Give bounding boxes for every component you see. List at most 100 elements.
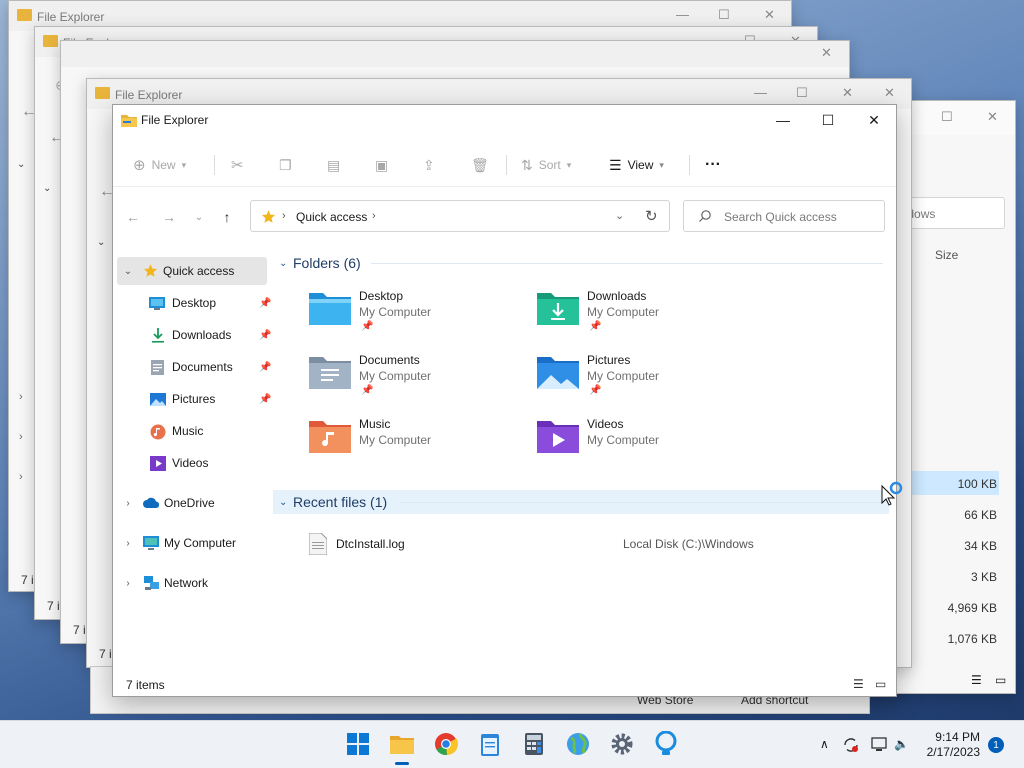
network-icon (143, 576, 160, 594)
view-button[interactable]: ☰ View ▾ (609, 153, 664, 177)
tiles-view-icon[interactable]: ▭ (995, 673, 1006, 687)
maximize-icon[interactable]: ☐ (718, 7, 730, 23)
cut-button[interactable]: ✂ (231, 153, 244, 177)
recent-file-row[interactable]: DtcInstall.log Local Disk (C:)\Windows (303, 532, 863, 556)
folder-tile-music[interactable]: Music My Computer (309, 417, 529, 473)
back-button[interactable]: ← (123, 207, 143, 227)
chevron-right-icon[interactable]: › (19, 391, 23, 403)
group-header-recent-files[interactable]: ⌄ Recent files (1) (273, 490, 889, 514)
folder-tile-documents[interactable]: Documents My Computer 📌 (309, 353, 529, 409)
close-icon[interactable]: ✕ (821, 45, 832, 61)
maximize-icon[interactable]: ☐ (941, 109, 953, 125)
column-header-size[interactable]: Size (935, 248, 958, 262)
file-size: 100 KB (957, 477, 997, 491)
file-explorer-window[interactable]: File Explorer — ☐ ✕ ⊕ New ▾ ✂ ❐ ▤ ▣ ⇪ 🗑 … (112, 104, 897, 697)
paste-icon: ▤ (327, 156, 341, 173)
search-input[interactable]: Search Quick access (683, 200, 885, 232)
sidebar-item-label: Desktop (172, 296, 217, 310)
sidebar-item-quick-access[interactable]: ⌄ Quick access (117, 257, 267, 285)
chevron-right-icon[interactable]: › (121, 538, 135, 549)
taskbar-chrome[interactable] (430, 729, 462, 761)
new-button[interactable]: ⊕ New ▾ (133, 153, 186, 177)
system-clock[interactable]: 9:14 PM 2/17/2023 (918, 730, 980, 760)
sidebar-item-downloads[interactable]: Downloads 📌 (117, 321, 273, 349)
pin-icon[interactable]: 📌 (259, 362, 271, 373)
minimize-icon[interactable]: — (676, 7, 689, 22)
address-dropdown-icon[interactable]: ⌄ (615, 209, 624, 222)
group-header-folders[interactable]: ⌄ Folders (6) (273, 251, 889, 275)
pin-icon[interactable]: 📌 (259, 330, 271, 341)
sync-icon[interactable] (842, 737, 860, 756)
chevron-down-icon: ▾ (659, 159, 664, 170)
folder-tile-videos[interactable]: Videos My Computer (537, 417, 757, 473)
close-icon[interactable]: ✕ (987, 109, 998, 125)
refresh-icon[interactable]: ↻ (645, 207, 658, 225)
close-icon[interactable]: ✕ (884, 85, 895, 101)
sidebar-item-documents[interactable]: Documents 📌 (117, 353, 273, 381)
folder-tile-pictures[interactable]: Pictures My Computer 📌 (537, 353, 757, 409)
pin-icon[interactable]: 📌 (259, 298, 271, 309)
copy-button[interactable]: ❐ (279, 153, 292, 177)
taskbar-notepad[interactable] (474, 729, 506, 761)
sort-button[interactable]: ⇅ Sort ▾ (521, 153, 571, 177)
rename-button[interactable]: ▣ (375, 153, 388, 177)
chevron-down-icon[interactable]: ⌄ (97, 237, 105, 248)
details-view-icon[interactable]: ☰ (971, 673, 982, 687)
tiles-view-icon[interactable]: ▭ (875, 677, 886, 691)
paste-button[interactable]: ▤ (327, 153, 340, 177)
chevron-right-icon[interactable]: › (19, 471, 23, 483)
more-options-button[interactable]: ··· (705, 153, 721, 177)
sidebar-item-my-computer[interactable]: › My Computer (117, 529, 273, 557)
calculator-icon (524, 732, 544, 759)
sidebar-item-desktop[interactable]: Desktop 📌 (117, 289, 273, 317)
start-button[interactable] (342, 729, 374, 761)
sidebar-item-network[interactable]: › Network (117, 569, 273, 597)
up-button[interactable]: ↑ (217, 207, 237, 227)
volume-icon[interactable]: 🔈 (894, 737, 909, 751)
taskbar-calculator[interactable] (518, 729, 550, 761)
close-button[interactable]: ✕ (851, 105, 897, 135)
view-label: View (627, 158, 654, 172)
sidebar-item-music[interactable]: Music (117, 417, 273, 445)
maximize-icon[interactable]: ☐ (796, 85, 808, 101)
chevron-down-icon[interactable]: ⌄ (43, 183, 51, 194)
breadcrumb-quick-access[interactable]: Quick access (296, 210, 367, 224)
maximize-button[interactable]: ☐ (805, 105, 851, 135)
show-hidden-icons-icon[interactable]: ∧ (820, 737, 829, 751)
tile-location: My Computer (359, 369, 432, 383)
taskbar-tips[interactable] (650, 729, 682, 761)
sidebar-item-videos[interactable]: Videos (117, 449, 273, 477)
tile-name: Music (359, 417, 391, 431)
title-bar[interactable]: File Explorer — ☐ ✕ (113, 105, 896, 135)
taskbar-globe-app[interactable] (562, 729, 594, 761)
pin-icon[interactable]: 📌 (259, 394, 271, 405)
close-icon[interactable]: ✕ (764, 7, 775, 23)
address-bar[interactable]: › Quick access › ⌄ ↻ (250, 200, 670, 232)
delete-button[interactable]: 🗑 (471, 153, 489, 177)
sidebar-item-pictures[interactable]: Pictures 📌 (117, 385, 273, 413)
network-status-icon[interactable] (870, 737, 888, 756)
taskbar-file-explorer[interactable] (386, 729, 418, 765)
folder-icon (17, 9, 32, 21)
breadcrumb-separator-icon: › (282, 210, 286, 222)
share-button[interactable]: ⇪ (423, 153, 435, 177)
folder-tile-downloads[interactable]: Downloads My Computer 📌 (537, 289, 757, 345)
sidebar-item-onedrive[interactable]: › OneDrive (117, 489, 273, 517)
recent-locations-button[interactable]: ⌄ (189, 207, 209, 227)
forward-button[interactable]: → (159, 207, 179, 227)
breadcrumb-separator-icon[interactable]: › (372, 210, 376, 222)
minimize-button[interactable]: — (760, 105, 806, 135)
minimize-icon[interactable]: — (754, 85, 767, 100)
chevron-right-icon[interactable]: › (121, 578, 135, 589)
details-view-icon[interactable]: ☰ (853, 677, 864, 691)
taskbar-settings[interactable] (606, 729, 638, 761)
chevron-right-icon[interactable]: › (121, 498, 135, 509)
close-icon[interactable]: ✕ (842, 85, 853, 101)
chevron-right-icon[interactable]: › (19, 431, 23, 443)
document-icon (151, 360, 164, 378)
folder-tile-desktop[interactable]: Desktop My Computer 📌 (309, 289, 529, 345)
chevron-down-icon[interactable]: ⌄ (121, 266, 135, 277)
notification-badge[interactable]: 1 (988, 737, 1004, 753)
chevron-down-icon[interactable]: ⌄ (17, 159, 25, 170)
sidebar-item-label: Downloads (172, 328, 232, 342)
